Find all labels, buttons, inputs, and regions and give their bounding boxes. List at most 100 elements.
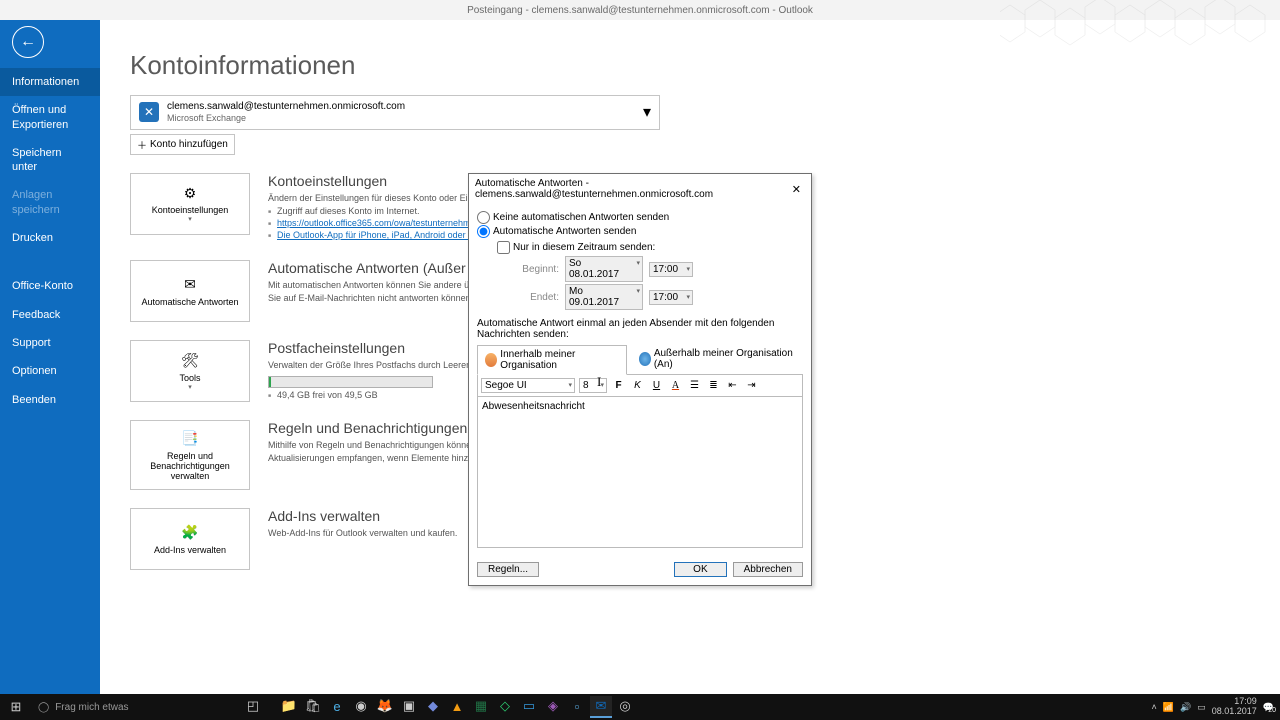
font-select[interactable]: Segoe UI▾ bbox=[481, 378, 575, 393]
caret-icon: ▾ bbox=[188, 215, 192, 223]
begin-label: Beginnt: bbox=[511, 264, 559, 275]
app-edge[interactable]: e bbox=[326, 696, 348, 718]
window-titlebar: Posteingang - clemens.sanwald@testuntern… bbox=[0, 0, 1280, 20]
end-time-select[interactable]: 17:00▾ bbox=[649, 290, 693, 305]
app-obs[interactable]: ◎ bbox=[614, 696, 636, 718]
rules-icon: 📑 bbox=[179, 430, 201, 448]
reply-body-editor[interactable]: Abwesenheitsnachricht bbox=[477, 396, 803, 548]
clock-date: 08.01.2017 bbox=[1212, 707, 1257, 717]
begin-date-select[interactable]: So 08.01.2017▾ bbox=[565, 256, 643, 282]
check-label: Nur in diesem Zeitraum senden: bbox=[513, 242, 655, 253]
bullet-text: Zugriff auf dieses Konto im Internet. bbox=[277, 206, 419, 216]
app-generic5[interactable]: ◈ bbox=[542, 696, 564, 718]
section-desc: Web-Add-Ins für Outlook verwalten und ka… bbox=[268, 527, 457, 540]
tab-inside-org[interactable]: Innerhalb meiner Organisation bbox=[477, 345, 627, 375]
sidebar-item-speichern[interactable]: Speichern unter bbox=[0, 139, 100, 182]
taskbar-clock[interactable]: 17:09 08.01.2017 bbox=[1212, 697, 1257, 717]
ok-button[interactable]: OK bbox=[674, 562, 726, 577]
account-email: clemens.sanwald@testunternehmen.onmicros… bbox=[167, 100, 405, 113]
begin-time-select[interactable]: 17:00▾ bbox=[649, 262, 693, 277]
checkbox-timerange[interactable]: Nur in diesem Zeitraum senden: bbox=[497, 241, 803, 254]
underline-button[interactable]: U bbox=[649, 378, 664, 393]
end-label: Endet: bbox=[511, 292, 559, 303]
app-excel[interactable]: ▦ bbox=[470, 696, 492, 718]
search-placeholder: Frag mich etwas bbox=[55, 702, 128, 713]
add-account-button[interactable]: ＋ Konto hinzufügen bbox=[130, 134, 235, 155]
app-generic3[interactable]: ◇ bbox=[494, 696, 516, 718]
outdent-button[interactable]: ⇤ bbox=[725, 378, 740, 393]
sidebar-item-office-konto[interactable]: Office-Konto bbox=[0, 272, 100, 300]
sidebar-item-feedback[interactable]: Feedback bbox=[0, 301, 100, 329]
card-label: Regeln und Benachrichtigungen verwalten bbox=[135, 451, 245, 481]
sidebar-item-optionen[interactable]: Optionen bbox=[0, 357, 100, 385]
radio-label: Automatische Antworten senden bbox=[493, 226, 636, 237]
sidebar-item-oeffnen[interactable]: Öffnen und Exportieren bbox=[0, 96, 100, 139]
app-generic2[interactable]: ▲ bbox=[446, 696, 468, 718]
card-label: Automatische Antworten bbox=[141, 297, 238, 307]
card-label: Kontoeinstellungen bbox=[152, 205, 229, 215]
italic-button[interactable]: K bbox=[630, 378, 645, 393]
bold-button[interactable]: F bbox=[611, 378, 626, 393]
tray-network-icon[interactable]: 📶 bbox=[1163, 702, 1174, 713]
globe-icon bbox=[639, 352, 651, 366]
app-chrome[interactable]: ◉ bbox=[350, 696, 372, 718]
tools-icon: 🛠 bbox=[179, 352, 201, 370]
back-button[interactable] bbox=[12, 26, 44, 58]
auto-reply-dialog: Automatische Antworten - clemens.sanwald… bbox=[468, 173, 812, 586]
settings-icon: ⚙ bbox=[179, 184, 201, 202]
start-button[interactable]: ⊞ bbox=[0, 699, 32, 715]
notification-icon[interactable]: 💬20 bbox=[1263, 702, 1274, 713]
card-rules[interactable]: 📑 Regeln und Benachrichtigungen verwalte… bbox=[130, 420, 250, 490]
editor-text: Abwesenheitsnachricht bbox=[482, 401, 585, 412]
section-title: Add-Ins verwalten bbox=[268, 508, 457, 524]
radio-label: Keine automatischen Antworten senden bbox=[493, 212, 669, 223]
fontsize-select[interactable]: 8▾ bbox=[579, 378, 607, 393]
sidebar-item-drucken[interactable]: Drucken bbox=[0, 224, 100, 252]
card-account-settings[interactable]: ⚙ Kontoeinstellungen ▾ bbox=[130, 173, 250, 235]
sidebar-item-beenden[interactable]: Beenden bbox=[0, 386, 100, 414]
app-generic4[interactable]: ▭ bbox=[518, 696, 540, 718]
app-explorer[interactable]: 📁 bbox=[278, 696, 300, 718]
card-auto-replies[interactable]: ✉ Automatische Antworten bbox=[130, 260, 250, 322]
taskbar-search[interactable]: ◯ Frag mich etwas bbox=[32, 702, 242, 713]
decor-pattern bbox=[1000, 0, 1280, 60]
rules-button[interactable]: Regeln... bbox=[477, 562, 539, 577]
radio-no-autoreply[interactable]: Keine automatischen Antworten senden bbox=[477, 211, 803, 224]
end-date-select[interactable]: Mo 09.01.2017▾ bbox=[565, 284, 643, 310]
tab-outside-org[interactable]: Außerhalb meiner Organisation (An) bbox=[631, 344, 804, 374]
org-icon bbox=[485, 353, 497, 367]
window-title: Posteingang - clemens.sanwald@testuntern… bbox=[467, 5, 813, 16]
sidebar-item-support[interactable]: Support bbox=[0, 329, 100, 357]
bullet-list-button[interactable]: ☰ bbox=[687, 378, 702, 393]
cancel-button[interactable]: Abbrechen bbox=[733, 562, 803, 577]
sidebar-item-informationen[interactable]: Informationen bbox=[0, 68, 100, 96]
tray-up-icon[interactable]: ˄ bbox=[1152, 702, 1157, 712]
font-color-button[interactable]: A bbox=[668, 378, 683, 393]
taskbar: ⊞ ◯ Frag mich etwas ◰ 📁 🛍 e ◉ 🦊 ▣ ◆ ▲ ▦ … bbox=[0, 694, 1280, 720]
app-generic6[interactable]: ▫ bbox=[566, 696, 588, 718]
app-outlook[interactable]: ✉ bbox=[590, 696, 612, 718]
tab-label: Außerhalb meiner Organisation (An) bbox=[654, 348, 795, 370]
account-selector[interactable]: ✕ clemens.sanwald@testunternehmen.onmicr… bbox=[130, 95, 660, 130]
link-owa[interactable]: https://outlook.office365.com/owa/testun… bbox=[277, 218, 500, 228]
chevron-down-icon: ▾ bbox=[643, 102, 651, 122]
tab-label: Innerhalb meiner Organisation bbox=[500, 349, 618, 371]
tray-volume-icon[interactable]: 🔊 bbox=[1180, 702, 1191, 713]
radio-send-autoreply[interactable]: Automatische Antworten senden bbox=[477, 225, 803, 238]
app-firefox[interactable]: 🦊 bbox=[374, 696, 396, 718]
card-tools[interactable]: 🛠 Tools ▾ bbox=[130, 340, 250, 402]
taskview-icon[interactable]: ◰ bbox=[242, 696, 264, 718]
caret-icon: ▾ bbox=[188, 383, 192, 391]
close-icon[interactable]: ✕ bbox=[788, 183, 805, 196]
app-store[interactable]: 🛍 bbox=[302, 696, 324, 718]
app-terminal[interactable]: ▣ bbox=[398, 696, 420, 718]
card-addins[interactable]: 🧩 Add-Ins verwalten bbox=[130, 508, 250, 570]
card-label: Add-Ins verwalten bbox=[154, 545, 226, 555]
app-generic1[interactable]: ◆ bbox=[422, 696, 444, 718]
indent-button[interactable]: ⇥ bbox=[744, 378, 759, 393]
storage-bar bbox=[268, 376, 433, 388]
tray-lang-icon[interactable]: ▭ bbox=[1197, 702, 1206, 713]
add-account-label: Konto hinzufügen bbox=[150, 139, 228, 150]
editor-toolbar: Segoe UI▾ 8▾ F K U A ☰ ≣ ⇤ ⇥ bbox=[477, 374, 803, 396]
number-list-button[interactable]: ≣ bbox=[706, 378, 721, 393]
